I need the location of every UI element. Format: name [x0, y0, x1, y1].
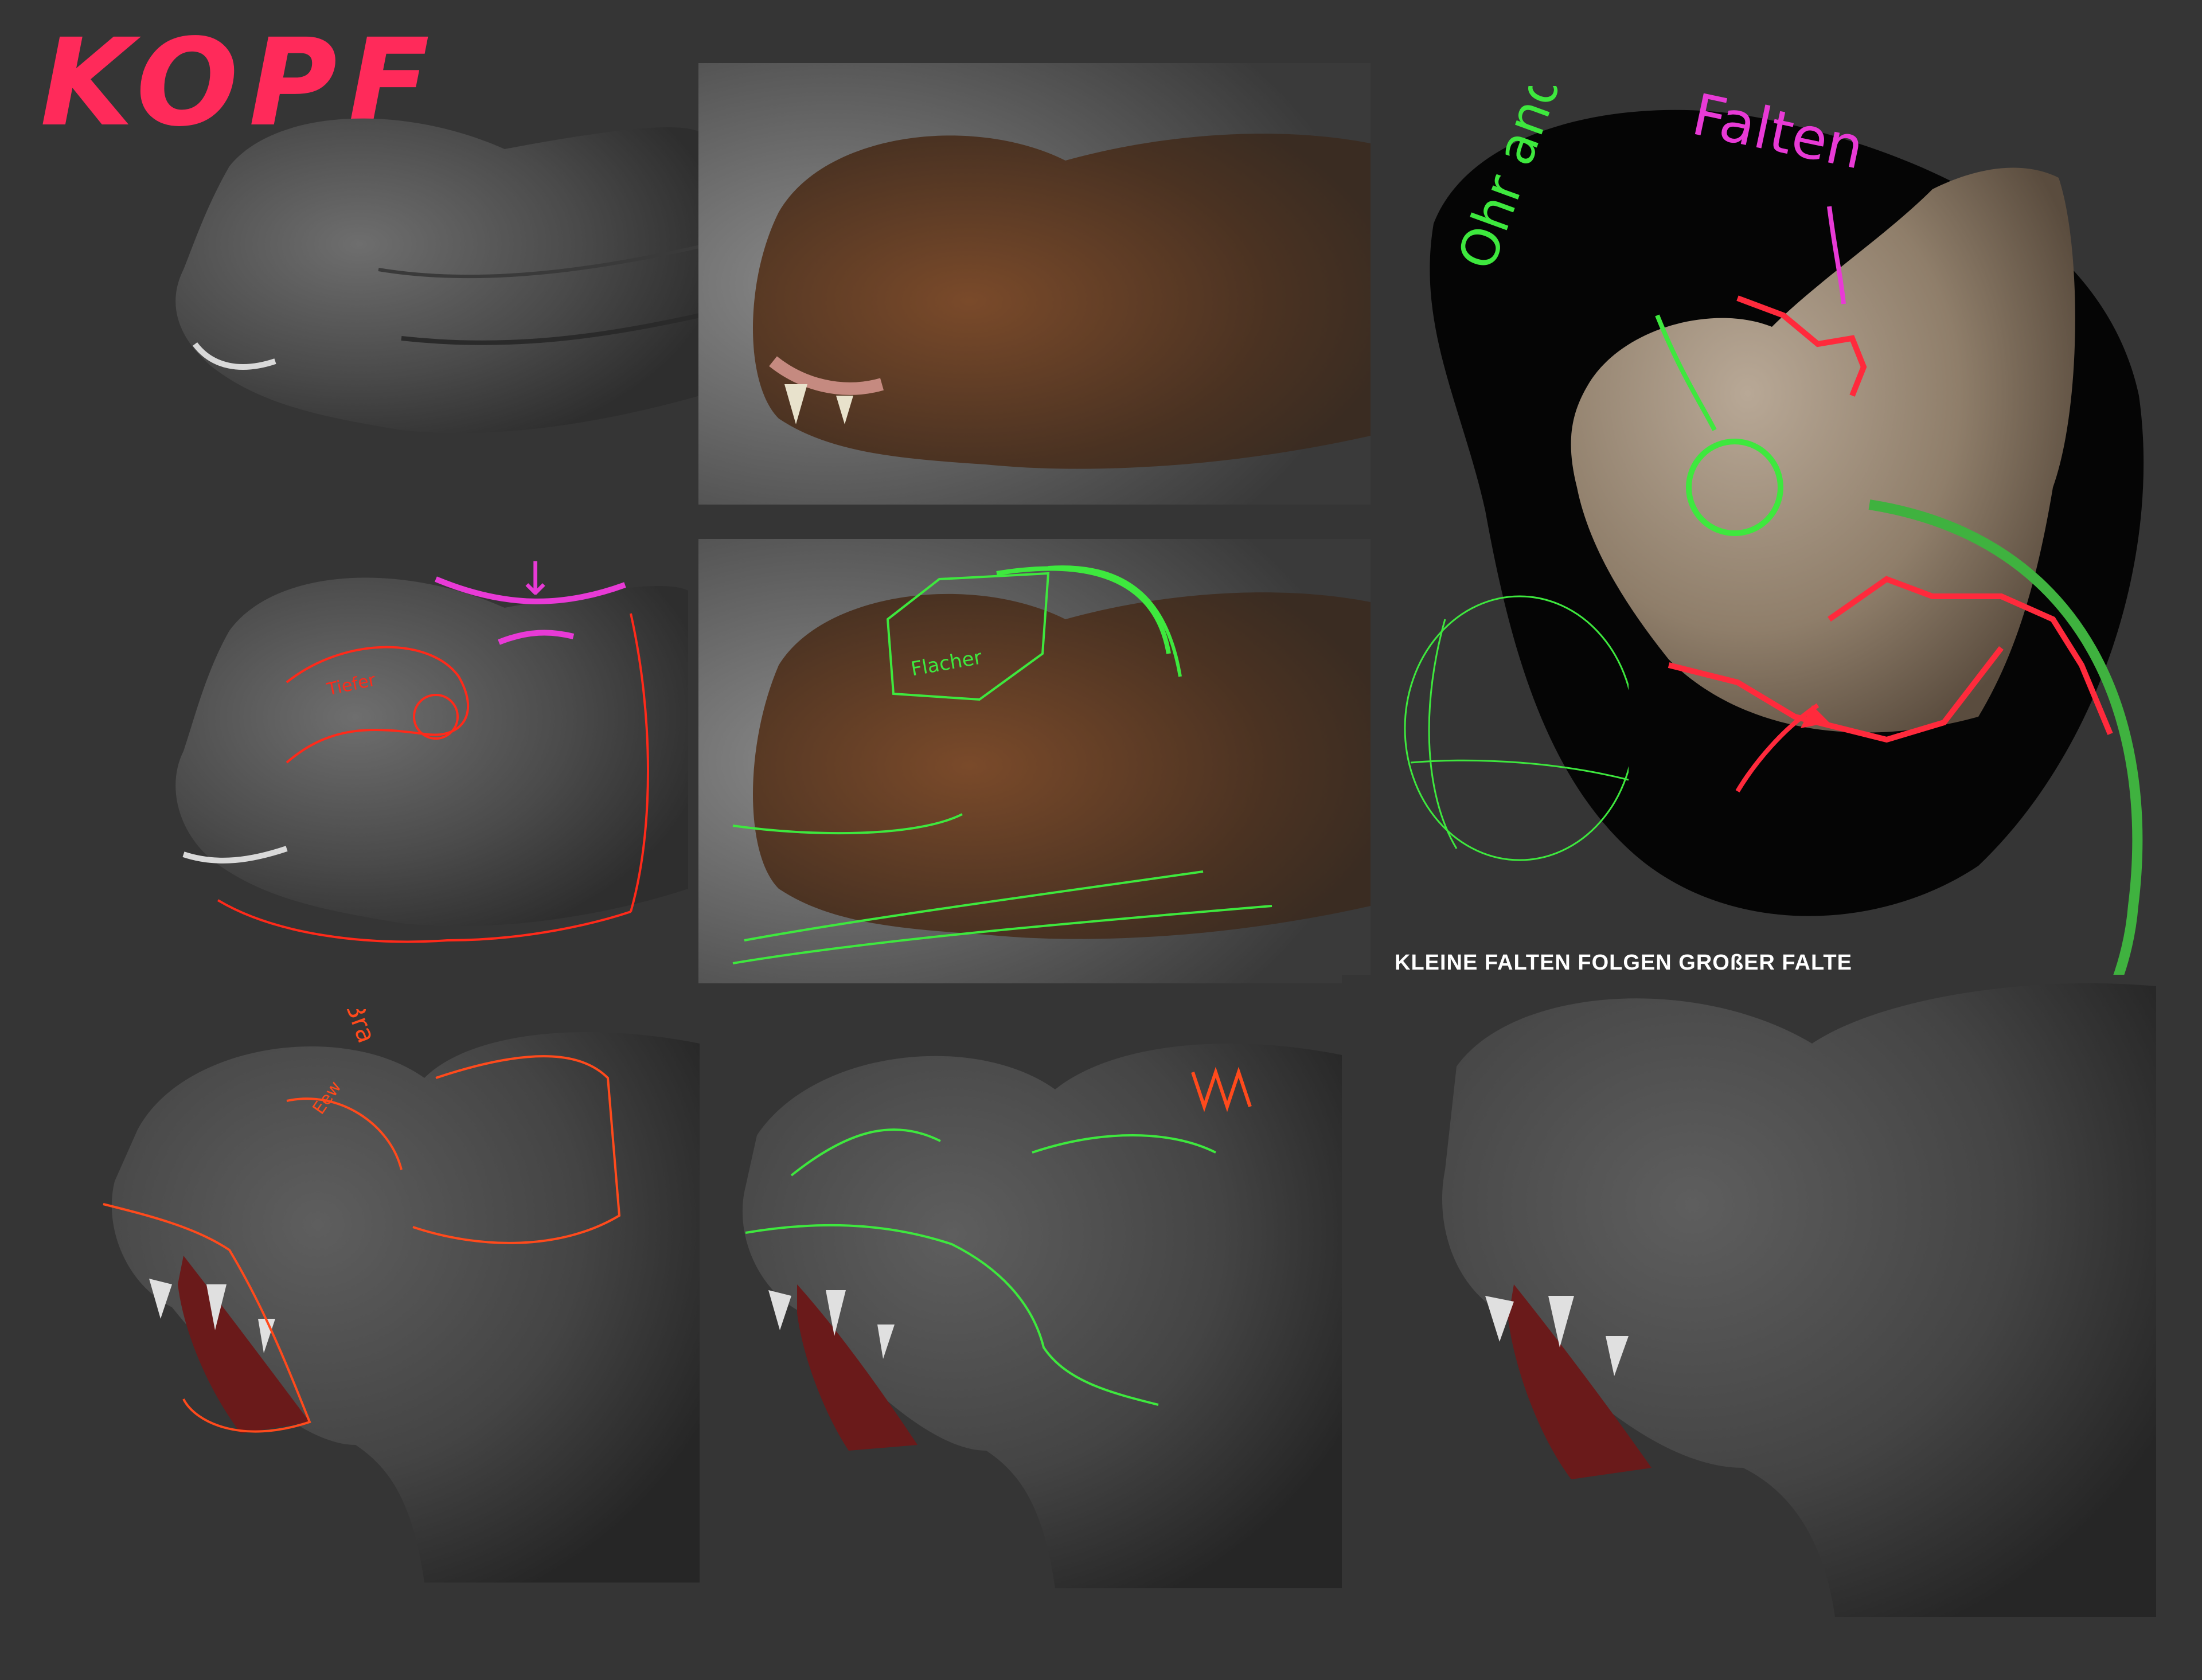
- sculpt-front-annotated-green: [700, 1026, 1342, 1588]
- sculpt-front-annotated-red: Bra Eew: [69, 1009, 700, 1583]
- caption: KLEINE FALTEN FOLGEN GROßER FALTE: [1395, 951, 1852, 975]
- arrow-down-icon: ↓: [516, 552, 555, 605]
- sculpt-front-final: [1342, 975, 2156, 1617]
- painted-side-view: [698, 63, 1371, 505]
- sphere-sketch: [1388, 573, 1629, 872]
- painted-head-icon: [698, 63, 1371, 505]
- sculpt-side-annotated: Tiefer ↓: [161, 545, 688, 958]
- head-sculpt-icon: [175, 118, 700, 433]
- painted-side-annotated: Flacher: [698, 539, 1371, 983]
- sculpt-side-view: [161, 97, 700, 459]
